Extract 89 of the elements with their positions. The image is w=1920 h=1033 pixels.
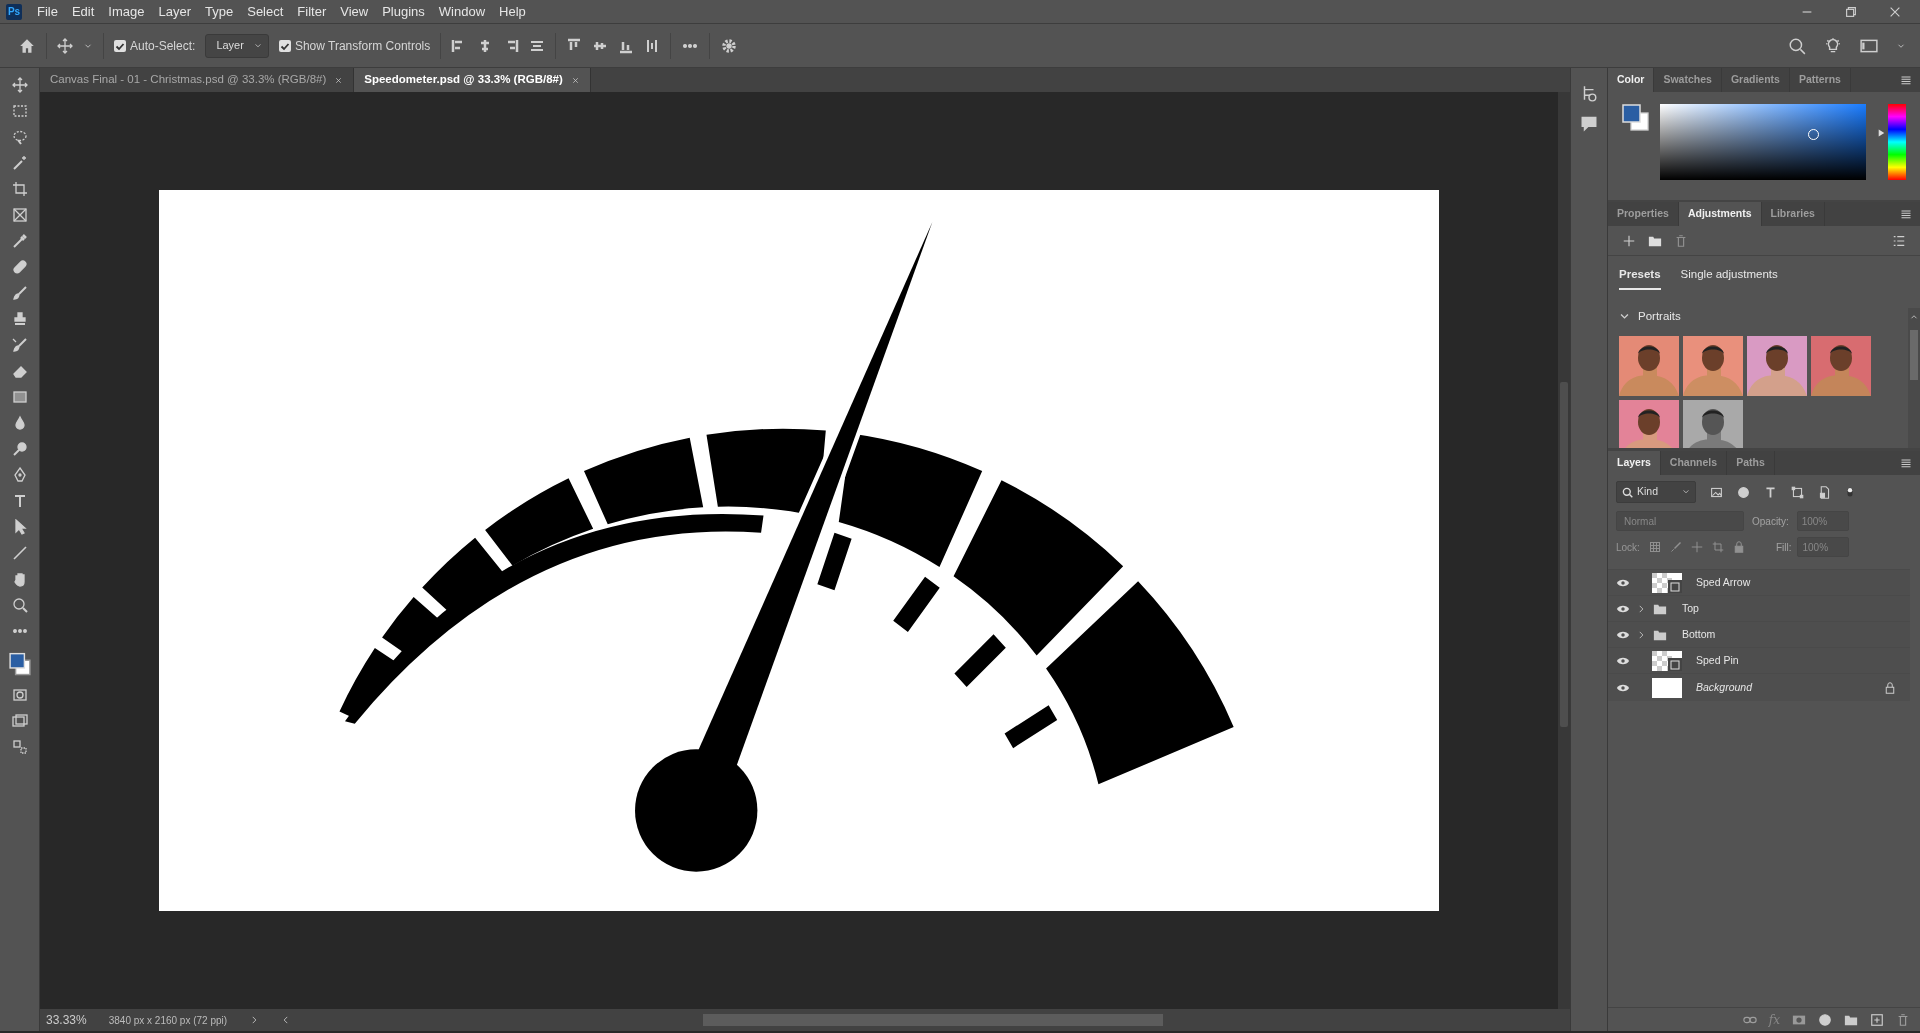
color-field[interactable] <box>1660 104 1866 180</box>
subtab[interactable]: Single adjustments <box>1680 266 1778 291</box>
trash-icon[interactable] <box>1896 1012 1910 1027</box>
type-filter-icon[interactable] <box>1764 485 1777 499</box>
search-icon[interactable] <box>1788 36 1806 55</box>
dodge-icon[interactable] <box>11 441 28 457</box>
crop-icon[interactable] <box>11 181 28 197</box>
move-icon[interactable] <box>11 77 28 93</box>
quick-mask-icon[interactable] <box>11 687 28 703</box>
settings-icon[interactable] <box>720 36 739 55</box>
restore-icon[interactable] <box>1844 4 1858 19</box>
eyedropper-icon[interactable] <box>11 233 28 249</box>
shape-filter-icon[interactable] <box>1791 485 1804 499</box>
panel-tab[interactable]: Patterns <box>1789 68 1851 92</box>
brush-icon[interactable] <box>11 285 28 301</box>
menu-item[interactable]: File <box>30 1 65 22</box>
checkbox-label[interactable]: Show Transform Controls <box>294 36 431 55</box>
layer-dropdown[interactable]: Layer <box>205 33 269 58</box>
caret-icon[interactable] <box>253 41 262 50</box>
line-icon[interactable] <box>11 545 28 561</box>
menu-item[interactable]: Layer <box>151 1 199 22</box>
document-info: 3840 px x 2160 px (72 ppi) <box>108 1013 228 1028</box>
hand-icon[interactable] <box>11 571 28 587</box>
menu-item[interactable]: Window <box>431 1 493 22</box>
panel-menu-icon[interactable] <box>1900 208 1912 220</box>
smart-object-filter-icon[interactable] <box>1818 485 1831 499</box>
brush-icon[interactable] <box>1669 541 1682 554</box>
lock-pixels-icon[interactable] <box>1648 541 1661 554</box>
panel-tab[interactable]: Adjustments <box>1678 202 1762 226</box>
menu-item[interactable]: Help <box>492 1 533 22</box>
menu-item[interactable]: Plugins <box>375 1 432 22</box>
list-icon[interactable] <box>1892 233 1906 248</box>
comment-icon[interactable] <box>1580 114 1598 132</box>
lasso-icon[interactable] <box>11 129 28 145</box>
layer-thumbnail <box>1652 572 1682 593</box>
menu-item[interactable]: Select <box>240 1 291 22</box>
menu-item[interactable]: Filter <box>290 1 334 22</box>
close-icon[interactable] <box>334 75 344 85</box>
menu-item[interactable]: Image <box>101 1 152 22</box>
opacity-label: Opacity: <box>1752 514 1789 529</box>
checkbox[interactable] <box>114 39 126 52</box>
menu-item[interactable]: View <box>333 1 376 22</box>
close-icon[interactable] <box>570 75 580 85</box>
panel-tab[interactable]: Properties <box>1608 202 1679 226</box>
panel-tab[interactable]: Swatches <box>1654 68 1722 92</box>
adjustment-icon[interactable] <box>1818 1012 1832 1027</box>
add-icon[interactable] <box>1622 233 1636 248</box>
search-icon <box>1622 486 1633 498</box>
trash-icon[interactable] <box>1674 233 1688 248</box>
panel-tab[interactable]: Color <box>1608 68 1655 92</box>
chevron-right-icon[interactable] <box>1636 603 1646 614</box>
checkbox-label[interactable]: Auto-Select: <box>130 36 196 55</box>
scrollbar-thumb[interactable] <box>703 1014 1164 1026</box>
color-swatches-icon[interactable] <box>1622 104 1650 132</box>
color-swatches-icon[interactable] <box>8 650 31 676</box>
menu-item[interactable]: Edit <box>64 1 102 22</box>
subtab[interactable]: Presets <box>1619 266 1661 291</box>
screen-mode-icon[interactable] <box>11 713 28 729</box>
panel-menu-icon[interactable] <box>1900 457 1912 470</box>
move-icon[interactable] <box>57 37 73 54</box>
brush-icon[interactable] <box>11 337 28 353</box>
edit-toolbar-icon[interactable] <box>11 739 28 755</box>
stamp-icon[interactable] <box>11 311 28 327</box>
menu-item[interactable]: Type <box>198 1 241 22</box>
lock-label: Lock: <box>1616 540 1640 555</box>
layer-thumbnail <box>1652 677 1682 698</box>
adjustment-filter-icon[interactable] <box>1737 485 1750 499</box>
zoom-icon[interactable] <box>11 597 28 613</box>
layer-thumbnail <box>1652 650 1682 671</box>
new-layer-icon[interactable] <box>1870 1012 1884 1027</box>
app-logo: Ps <box>6 3 22 20</box>
chevron-right-icon[interactable] <box>1636 629 1646 640</box>
fill-label: Fill: <box>1775 540 1792 555</box>
panel-tab[interactable]: Gradients <box>1721 68 1790 92</box>
gradient-icon[interactable] <box>11 389 28 405</box>
lock-icon[interactable] <box>1732 541 1745 554</box>
panel-tab[interactable]: Libraries <box>1761 202 1825 226</box>
marquee-icon[interactable] <box>11 103 28 119</box>
slider-thumb[interactable] <box>1877 127 1885 138</box>
zoom-level[interactable]: 33.33% <box>46 1011 87 1029</box>
frame-icon[interactable] <box>11 207 28 223</box>
document-tab[interactable]: Speedometer.psd @ 33.3% (RGB/8#) <box>354 68 591 92</box>
panel-menu-icon[interactable] <box>1900 74 1912 86</box>
lightbulb-icon[interactable] <box>1824 36 1842 55</box>
image-filter-icon[interactable] <box>1710 485 1723 499</box>
magic-wand-icon[interactable] <box>11 155 28 171</box>
checkbox[interactable] <box>278 39 291 52</box>
preset-group-header[interactable]: Portraits <box>1619 308 1681 326</box>
scrollbar-thumb[interactable] <box>1910 330 1918 381</box>
